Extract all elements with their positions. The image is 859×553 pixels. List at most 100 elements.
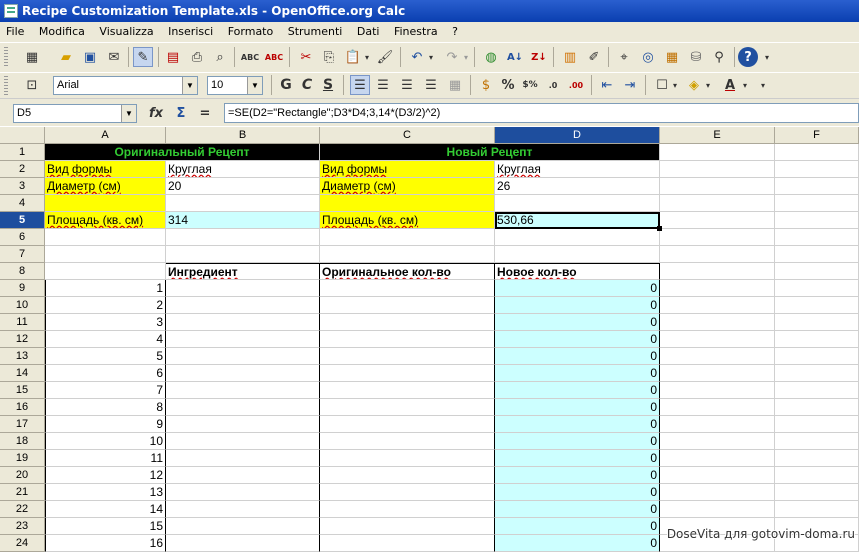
autospellcheck-icon[interactable]: ABC	[264, 47, 284, 67]
column-header-d[interactable]: D	[495, 127, 660, 144]
menu-file[interactable]: File	[6, 25, 24, 38]
new-qty-cell[interactable]: 0	[495, 348, 660, 365]
ingredient-number-cell[interactable]: 3	[45, 314, 166, 331]
undo-icon[interactable]: ↶	[407, 47, 427, 67]
open-icon[interactable]: ▰	[56, 47, 76, 67]
cell[interactable]	[660, 484, 775, 501]
ingredient-number-cell[interactable]: 10	[45, 433, 166, 450]
new-qty-cell[interactable]: 0	[495, 535, 660, 552]
draw-functions-icon[interactable]: ✐	[584, 47, 604, 67]
menu-dati[interactable]: Dati	[357, 25, 380, 38]
currency-format-icon[interactable]: $	[476, 75, 496, 95]
find-replace-icon[interactable]: ⌖	[614, 47, 634, 67]
cell[interactable]	[775, 484, 859, 501]
ingredient-name-cell[interactable]	[166, 433, 320, 450]
cell[interactable]	[495, 246, 660, 263]
original-qty-cell[interactable]	[320, 382, 495, 399]
original-qty-cell[interactable]	[320, 365, 495, 382]
row-header[interactable]: 11	[0, 314, 45, 331]
cell[interactable]	[775, 144, 859, 161]
cell[interactable]	[775, 501, 859, 518]
row-header[interactable]: 9	[0, 280, 45, 297]
ingredient-number-cell[interactable]: 13	[45, 484, 166, 501]
cell[interactable]	[495, 195, 660, 212]
cell[interactable]	[660, 314, 775, 331]
ingredient-number-cell[interactable]: 6	[45, 365, 166, 382]
cell[interactable]	[660, 212, 775, 229]
diameter-label-original[interactable]: Диаметр (см)	[45, 178, 166, 195]
original-qty-cell[interactable]	[320, 450, 495, 467]
ingredient-number-cell[interactable]: 2	[45, 297, 166, 314]
new-qty-cell[interactable]: 0	[495, 382, 660, 399]
ingredient-number-cell[interactable]: 11	[45, 450, 166, 467]
cell[interactable]	[775, 280, 859, 297]
new-recipe-header[interactable]: Новый Рецепт	[320, 144, 660, 161]
cell[interactable]	[320, 229, 495, 246]
bold-button[interactable]: G	[276, 75, 296, 95]
menu-inserisci[interactable]: Inserisci	[168, 25, 213, 38]
cell[interactable]	[660, 416, 775, 433]
toolbar-options-icon[interactable]: ▾	[762, 47, 772, 67]
ingredient-name-cell[interactable]	[166, 484, 320, 501]
new-qty-cell[interactable]: 0	[495, 297, 660, 314]
cell[interactable]	[660, 382, 775, 399]
menu-strumenti[interactable]: Strumenti	[288, 25, 343, 38]
ingredient-name-cell[interactable]	[166, 467, 320, 484]
cell[interactable]	[660, 178, 775, 195]
new-qty-cell[interactable]: 0	[495, 416, 660, 433]
cell[interactable]	[775, 314, 859, 331]
name-box[interactable]: D5 ▼	[13, 104, 137, 123]
cell[interactable]	[660, 297, 775, 314]
new-qty-cell[interactable]: 0	[495, 280, 660, 297]
menu-finestra[interactable]: Finestra	[394, 25, 438, 38]
row-header[interactable]: 23	[0, 518, 45, 535]
row-header[interactable]: 7	[0, 246, 45, 263]
justify-icon[interactable]: ☰	[421, 75, 441, 95]
cell[interactable]	[45, 195, 166, 212]
ingredient-name-cell[interactable]	[166, 416, 320, 433]
row-header[interactable]: 24	[0, 535, 45, 552]
add-decimal-icon[interactable]: .0	[543, 75, 563, 95]
new-document-icon[interactable]: ▦	[22, 47, 42, 67]
original-qty-cell[interactable]	[320, 331, 495, 348]
ingredient-name-cell[interactable]	[166, 280, 320, 297]
menu-help[interactable]: ?	[452, 25, 458, 38]
diameter-new-cell[interactable]: 26	[495, 178, 660, 195]
select-all-corner[interactable]	[0, 127, 45, 144]
row-header[interactable]: 5	[0, 212, 45, 229]
cell[interactable]	[660, 161, 775, 178]
cell[interactable]	[660, 331, 775, 348]
align-left-icon[interactable]: ☰	[350, 75, 370, 95]
original-qty-cell[interactable]	[320, 399, 495, 416]
copy-icon[interactable]: ⎘	[319, 47, 339, 67]
cell[interactable]	[660, 433, 775, 450]
align-center-icon[interactable]: ☰	[373, 75, 393, 95]
row-header[interactable]: 21	[0, 484, 45, 501]
ingredient-name-cell[interactable]	[166, 331, 320, 348]
ingredient-number-cell[interactable]: 14	[45, 501, 166, 518]
original-qty-cell[interactable]	[320, 348, 495, 365]
cell[interactable]	[775, 212, 859, 229]
original-recipe-header[interactable]: Оригинальный Рецепт	[45, 144, 320, 161]
ingredient-number-cell[interactable]: 12	[45, 467, 166, 484]
cell[interactable]	[660, 280, 775, 297]
cell[interactable]	[320, 195, 495, 212]
shape-new-cell[interactable]: Круглая	[495, 161, 660, 178]
cell[interactable]	[775, 399, 859, 416]
column-header-b[interactable]: B	[166, 127, 320, 144]
cell[interactable]	[166, 246, 320, 263]
sum-icon[interactable]: Σ	[171, 103, 191, 123]
row-header[interactable]: 10	[0, 297, 45, 314]
original-qty-cell[interactable]	[320, 416, 495, 433]
cell[interactable]	[660, 365, 775, 382]
cell[interactable]	[775, 450, 859, 467]
gallery-icon[interactable]: ▦	[662, 47, 682, 67]
row-header[interactable]: 13	[0, 348, 45, 365]
fill-handle[interactable]	[657, 226, 662, 231]
row-header[interactable]: 22	[0, 501, 45, 518]
cell[interactable]	[775, 229, 859, 246]
toolbar-grip[interactable]	[4, 76, 8, 96]
menu-visualizza[interactable]: Visualizza	[99, 25, 153, 38]
original-qty-cell[interactable]	[320, 535, 495, 552]
new-qty-cell[interactable]: 0	[495, 365, 660, 382]
